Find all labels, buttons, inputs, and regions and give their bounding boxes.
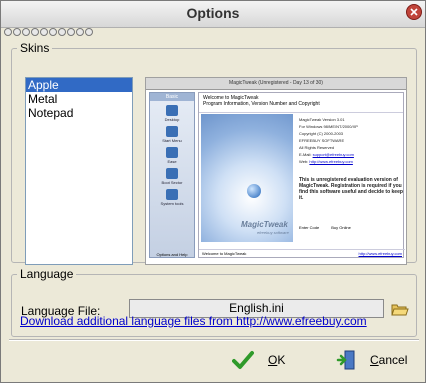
preview-welcome-sub: Program Information, Version Number and … — [203, 101, 320, 107]
preview-warning: This is unregistered evaluation version … — [299, 177, 403, 201]
system-tools-icon — [166, 189, 178, 200]
skin-item-apple[interactable]: Apple — [26, 78, 132, 92]
window-title: Options — [186, 5, 240, 21]
skin-item-metal[interactable]: Metal — [26, 92, 132, 106]
preview-title: MagicTweak (Unregistered - Day 13 of 30) — [146, 78, 406, 90]
preview-buttons: Enter Code Buy Online — [299, 225, 351, 230]
skin-item-notepad[interactable]: Notepad — [26, 106, 132, 120]
preview-sidebar-item: Desktop — [164, 117, 180, 122]
skin-listbox[interactable]: Apple Metal Notepad — [25, 77, 133, 265]
options-dialog: Options Skins Apple Metal Notepad MagicT… — [0, 0, 426, 383]
skin-preview: MagicTweak (Unregistered - Day 13 of 30)… — [145, 77, 407, 265]
ball-icon — [247, 184, 261, 198]
preview-sidebar-item: Start Menu — [162, 138, 182, 143]
preview-header: Welcome to MagicTweak Program Informatio… — [199, 93, 403, 113]
preview-enter-code: Enter Code — [299, 225, 320, 230]
open-folder-button[interactable] — [391, 301, 409, 317]
preview-status-right: http://www.efreebuy.com — [358, 251, 403, 256]
checkmark-icon — [232, 351, 254, 369]
skins-legend: Skins — [20, 41, 50, 55]
open-folder-icon — [391, 304, 409, 316]
close-icon — [410, 8, 418, 16]
decorative-dots — [4, 28, 93, 36]
preview-info: MagicTweak Version 3.01 For Windows 98/M… — [299, 117, 401, 166]
exit-door-icon — [336, 350, 355, 370]
divider — [9, 339, 419, 341]
preview-sidebar-item: System tools — [160, 201, 184, 206]
preview-status-left: Welcome to MagicTweak — [202, 251, 247, 256]
language-legend: Language — [20, 267, 74, 281]
preview-sidebar-item: Ease — [167, 159, 177, 164]
preview-web-label: Web: — [299, 159, 309, 164]
cancel-button[interactable]: Cancel — [336, 347, 407, 373]
preview-info-line: For Windows 98/ME/NT/2000/XP — [299, 124, 358, 129]
start-menu-icon — [166, 126, 178, 137]
preview-brand: MagicTweak — [241, 220, 288, 229]
desktop-icon — [166, 105, 178, 116]
ease-icon — [166, 147, 178, 158]
close-button[interactable] — [406, 4, 422, 20]
download-language-link[interactable]: Download additional language files from … — [20, 314, 367, 328]
preview-info-line: All Rights Reserved — [299, 145, 335, 150]
preview-brand-sub: efreebuy software — [257, 230, 289, 235]
preview-web: http://www.efreebuy.com — [309, 159, 353, 164]
preview-status-bar: Welcome to MagicTweak http://www.efreebu… — [199, 249, 405, 257]
preview-sidebar-foot: Options and Help — [156, 252, 188, 257]
title-bar: Options — [1, 1, 425, 28]
preview-email-label: E-Mail: — [299, 152, 312, 157]
ok-label: OK — [268, 353, 286, 367]
preview-sidebar-item: Boot Sector — [161, 180, 183, 185]
preview-info-line: EFREEBUY SOFTWARE — [299, 138, 345, 143]
boot-sector-icon — [166, 168, 178, 179]
preview-artwork: MagicTweak efreebuy software — [201, 114, 293, 242]
preview-buy-online: Buy Online — [331, 225, 351, 230]
preview-main: Welcome to MagicTweak Program Informatio… — [198, 92, 405, 258]
preview-sidebar: Basic Desktop Start Menu Ease Boot Secto… — [149, 92, 195, 258]
preview-info-line: Copyright (C) 2000-2003 — [299, 131, 344, 136]
ok-button[interactable]: OK — [232, 347, 285, 373]
cancel-label: Cancel — [370, 353, 408, 367]
skins-group: Skins Apple Metal Notepad MagicTweak (Un… — [11, 41, 417, 265]
preview-email: support@efreebuy.com — [312, 152, 354, 157]
preview-info-line: MagicTweak Version 3.01 — [299, 117, 345, 122]
preview-sidebar-head: Basic — [150, 93, 194, 101]
